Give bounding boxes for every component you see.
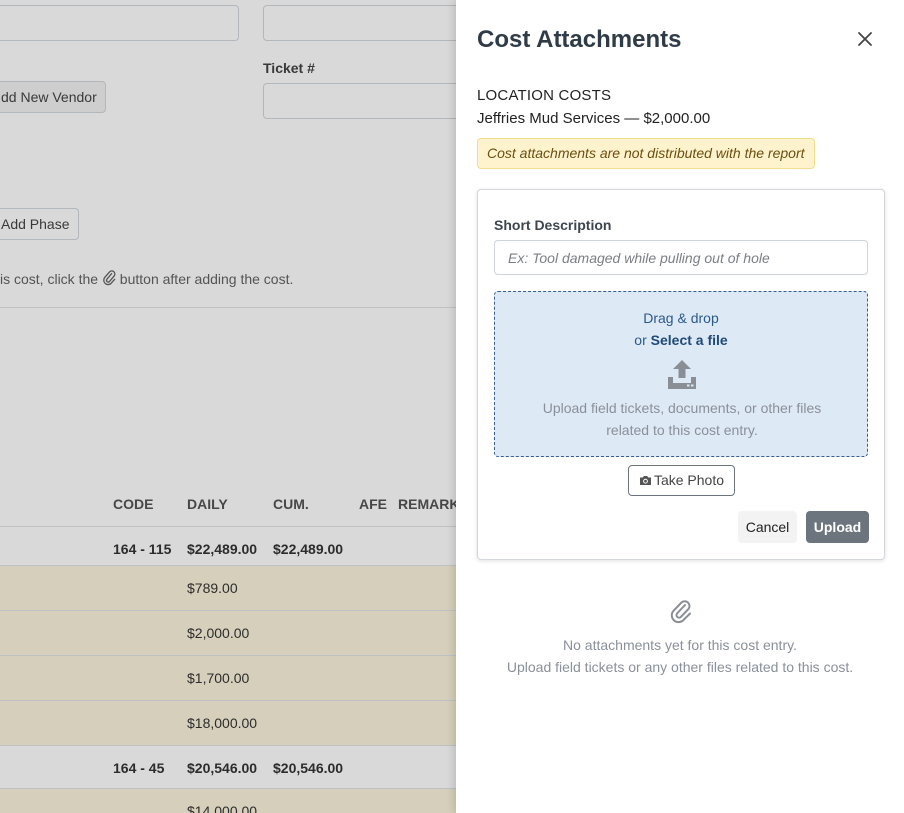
close-icon[interactable] <box>854 28 876 50</box>
upload-form-card: Short Description Drag & drop or Select … <box>477 189 885 560</box>
vendor-cost-line: Jeffries Mud Services — $2,000.00 <box>477 110 711 127</box>
dropzone-drag-text: Drag & drop <box>643 310 719 326</box>
dropzone-select-text: or Select a file <box>634 332 728 348</box>
distribution-warning: Cost attachments are not distributed wit… <box>477 138 815 169</box>
upload-icon <box>668 360 696 389</box>
upload-button[interactable]: Upload <box>806 511 869 543</box>
paperclip-icon <box>670 600 691 624</box>
select-file-link[interactable]: Select a file <box>651 332 728 348</box>
file-dropzone[interactable]: Drag & drop or Select a file Upload fiel… <box>494 291 868 457</box>
drawer-title: Cost Attachments <box>477 26 682 53</box>
short-description-label: Short Description <box>494 217 612 233</box>
take-photo-button[interactable]: Take Photo <box>628 465 735 496</box>
cost-attachments-drawer: Cost Attachments LOCATION COSTS Jeffries… <box>456 0 904 813</box>
camera-icon <box>639 476 651 485</box>
empty-state-subtitle: Upload field tickets or any other files … <box>506 659 854 675</box>
cancel-button[interactable]: Cancel <box>738 511 797 543</box>
empty-state-title: No attachments yet for this cost entry. <box>563 637 797 653</box>
short-description-input[interactable] <box>494 240 868 275</box>
dropzone-help-text: Upload field tickets, documents, or othe… <box>542 400 822 438</box>
section-label: LOCATION COSTS <box>477 87 612 104</box>
